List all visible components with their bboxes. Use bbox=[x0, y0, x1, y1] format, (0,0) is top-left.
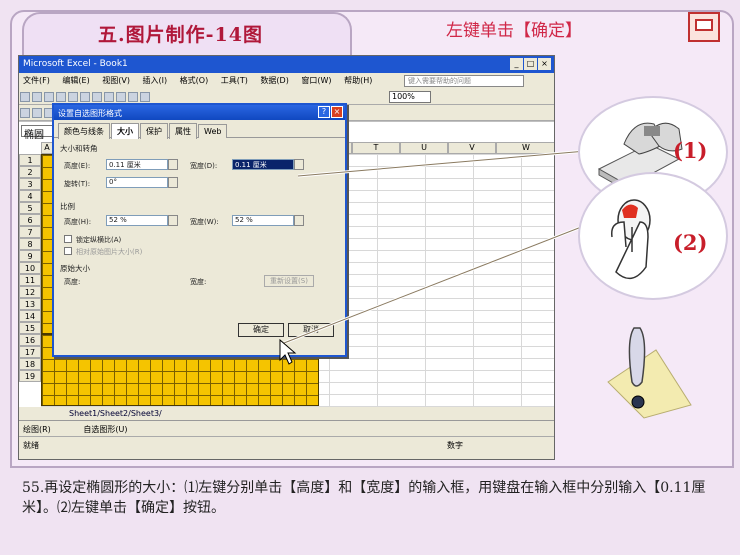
slide-background: 五.图片制作-14图 左键单击【确定】 Microsoft Excel - Bo… bbox=[0, 0, 740, 555]
caption-text: 55.再设定椭圆形的大小：⑴左键分别单击【高度】和【宽度】的输入框，用键盘在输入… bbox=[22, 480, 706, 516]
mouse-callout: (2) bbox=[578, 172, 728, 300]
step-one-label: (1) bbox=[673, 138, 708, 163]
exclamation-note-icon bbox=[607, 327, 692, 419]
mouse-hand-icon bbox=[611, 199, 651, 280]
step-two-label: (2) bbox=[673, 230, 708, 255]
